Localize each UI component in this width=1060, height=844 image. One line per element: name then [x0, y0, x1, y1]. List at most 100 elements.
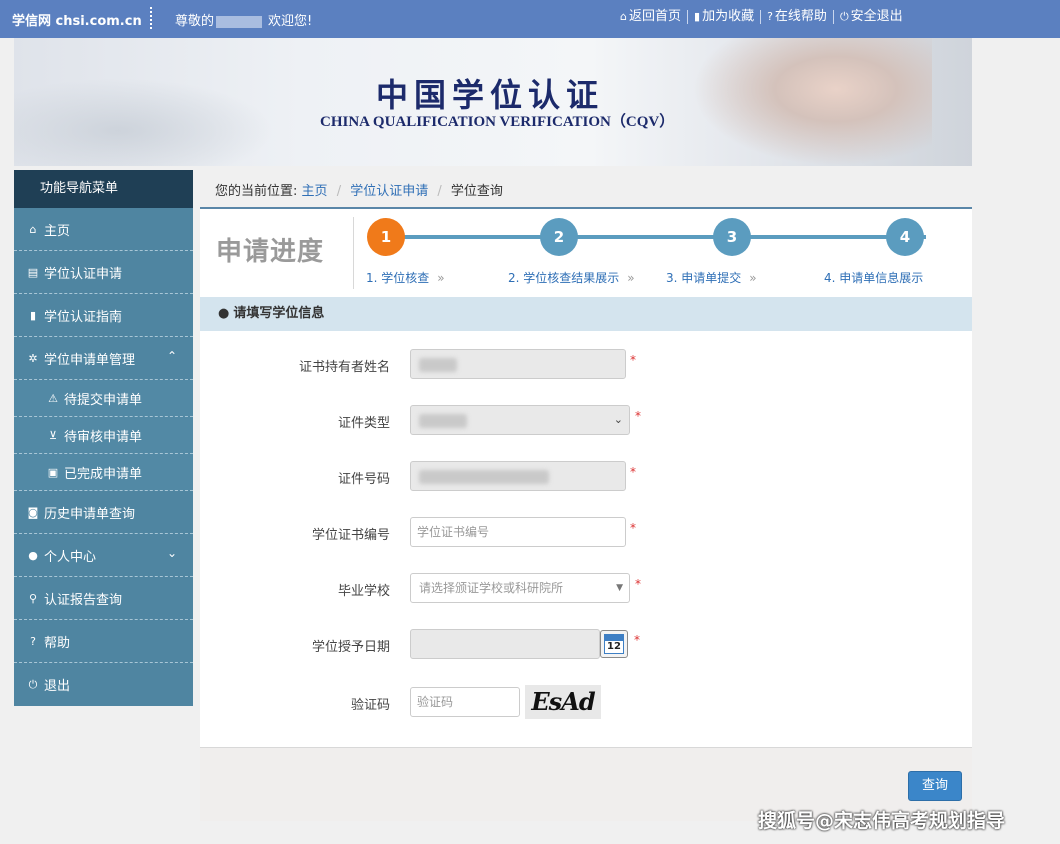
captcha-label: 验证码	[350, 698, 390, 713]
home-icon: ⌂	[29, 222, 37, 236]
sidebar-item-label: 待审核申请单	[64, 429, 143, 445]
breadcrumb: 您的当前位置: 主页 / 学位认证申请 / 学位查询	[215, 180, 503, 199]
row-cert-number: 学位证书编号 学位证书编号 *	[200, 517, 972, 549]
sidebar-item-label: 学位认证指南	[44, 309, 123, 325]
top-nav: ⌂ 返回首页 ▮ 加为收藏 ? 在线帮助 ⏻ 安全退出	[614, 10, 909, 24]
nav-help-link[interactable]: ? 在线帮助	[761, 10, 834, 24]
step-2-label: 2. 学位核查结果展示 »	[508, 269, 635, 286]
step-1-label: 1. 学位核查 »	[366, 269, 445, 286]
camera-icon: ◙	[27, 505, 39, 519]
captcha-image[interactable]: EsAd	[525, 685, 601, 719]
site-brand[interactable]: 学信网 chsi.com.cn	[12, 10, 142, 29]
chevron-down-icon: ⌄	[166, 546, 177, 560]
top-bar: 学信网 chsi.com.cn 尊敬的 欢迎您! ⌂ 返回首页 ▮ 加为收藏 ? 在线帮…	[0, 0, 1060, 38]
breadcrumb-divider: /	[437, 184, 442, 199]
chevron-up-icon: ⌃	[166, 349, 177, 363]
sidebar-item-apply[interactable]: ▤ 学位认证申请	[14, 251, 193, 294]
progress-divider	[353, 217, 354, 289]
sidebar-item-profile[interactable]: ● 个人中心 ⌄	[14, 534, 193, 577]
header-banner: 中国学位认证 CHINA QUALIFICATION VERIFICATION（…	[14, 38, 972, 166]
brand-separator	[150, 7, 152, 29]
nav-bookmark-link[interactable]: ▮ 加为收藏	[688, 9, 762, 24]
step-label-text: 1. 学位核查	[366, 271, 430, 285]
warning-icon: ⚠	[48, 391, 58, 405]
nav-bookmark-label: 加为收藏	[702, 9, 755, 24]
progress-track	[386, 235, 926, 239]
step-3-label: 3. 申请单提交 »	[666, 269, 757, 286]
breadcrumb-apply[interactable]: 学位认证申请	[350, 184, 428, 199]
user-icon: ●	[218, 306, 230, 321]
step-1-badge: 1	[367, 218, 405, 256]
query-button[interactable]: 查询	[908, 771, 962, 801]
sidebar-item-home[interactable]: ⌂ 主页	[14, 208, 193, 251]
sidebar-item-label: 个人中心	[44, 549, 97, 565]
cert-number-input[interactable]: 学位证书编号	[410, 517, 626, 547]
sidebar-item-label: 帮助	[44, 635, 71, 651]
step-arrow: »	[627, 271, 635, 285]
nav-help-label: 在线帮助	[774, 9, 827, 24]
banner-decoration-hands	[692, 38, 932, 166]
masked-value	[419, 470, 549, 484]
sidebar-item-help[interactable]: ? 帮助	[14, 620, 193, 663]
step-label-text: 3. 申请单提交	[666, 271, 742, 285]
help-icon: ?	[767, 10, 773, 23]
chevron-down-icon: ⌄	[613, 413, 623, 426]
masked-value	[419, 358, 457, 372]
nav-logout-link[interactable]: ⏻ 安全退出	[834, 10, 909, 24]
nav-home-label: 返回首页	[628, 9, 681, 24]
sidebar-item-label: 主页	[44, 223, 71, 239]
progress-title: 申请进度	[216, 237, 325, 267]
sidebar-header: 功能导航菜单	[14, 170, 193, 208]
sidebar-item-history[interactable]: ◙ 历史申请单查询	[14, 491, 193, 534]
award-date-field[interactable]	[410, 629, 600, 659]
id-type-label: 证件类型	[337, 416, 390, 431]
row-holder-name: 证书持有者姓名 *	[200, 349, 972, 381]
step-3-badge: 3	[713, 218, 751, 256]
home-icon: ⌂	[620, 10, 627, 23]
sidebar-item-completed[interactable]: ▣ 已完成申请单	[14, 454, 193, 491]
sidebar-item-report-query[interactable]: ⚲ 认证报告查询	[14, 577, 193, 620]
award-date-label: 学位授予日期	[311, 640, 390, 655]
nav-home-link[interactable]: ⌂ 返回首页	[614, 10, 688, 24]
breadcrumb-home[interactable]: 主页	[302, 184, 328, 199]
sidebar-item-label: 学位申请单管理	[44, 352, 136, 368]
step-4-badge: 4	[886, 218, 924, 256]
sidebar-item-manage[interactable]: ✲ 学位申请单管理 ⌃	[14, 337, 193, 380]
school-label: 毕业学校	[337, 584, 390, 599]
banner-subtitle: CHINA QUALIFICATION VERIFICATION（CQV）	[320, 114, 675, 130]
greeting-suffix: 欢迎您!	[268, 14, 313, 29]
caret-down-icon: ▼	[616, 583, 623, 593]
section-header: ● 请填写学位信息	[200, 297, 972, 331]
sidebar-item-label: 已完成申请单	[64, 466, 143, 482]
id-type-select[interactable]: ⌄	[410, 405, 630, 435]
cart-icon: ⊻	[48, 428, 58, 442]
row-award-date: 学位授予日期 12 *	[200, 629, 972, 661]
sidebar-item-logout[interactable]: ⏻ 退出	[14, 663, 193, 706]
breadcrumb-current: 学位查询	[450, 184, 503, 199]
row-id-number: 证件号码 *	[200, 461, 972, 493]
sidebar-item-label: 认证报告查询	[44, 592, 123, 608]
row-id-type: 证件类型 ⌄ *	[200, 405, 972, 437]
breadcrumb-divider: /	[336, 184, 342, 199]
banner-decoration-left	[14, 78, 274, 166]
sidebar-item-label: 历史申请单查询	[44, 506, 136, 522]
sidebar-item-pending-submit[interactable]: ⚠ 待提交申请单	[14, 380, 193, 417]
bookmark-icon: ▮	[694, 10, 701, 23]
required-mark: *	[630, 521, 636, 535]
sidebar-item-label: 退出	[44, 679, 71, 694]
masked-value	[419, 414, 467, 428]
captcha-input[interactable]: 验证码	[410, 687, 520, 717]
school-select[interactable]: 请选择颁证学校或科研院所 ▼	[410, 573, 630, 603]
required-mark: *	[630, 353, 636, 367]
calendar-icon[interactable]: 12	[600, 630, 628, 658]
step-4-label: 4. 申请单信息展示	[824, 269, 923, 286]
sidebar-item-label: 待提交申请单	[64, 392, 143, 408]
sidebar-item-label: 学位认证申请	[44, 266, 123, 282]
section-title: 请填写学位信息	[233, 306, 325, 321]
id-number-label: 证件号码	[337, 472, 390, 487]
id-number-field[interactable]	[410, 461, 626, 491]
holder-name-field[interactable]	[410, 349, 626, 379]
sidebar-item-guide[interactable]: ▮ 学位认证指南	[14, 294, 193, 337]
sidebar-item-pending-review[interactable]: ⊻ 待审核申请单	[14, 417, 193, 454]
sidebar: 功能导航菜单 ⌂ 主页 ▤ 学位认证申请 ▮ 学位认证指南 ✲ 学位申请单管理 ⌃ ⚠ 待提…	[14, 170, 193, 706]
